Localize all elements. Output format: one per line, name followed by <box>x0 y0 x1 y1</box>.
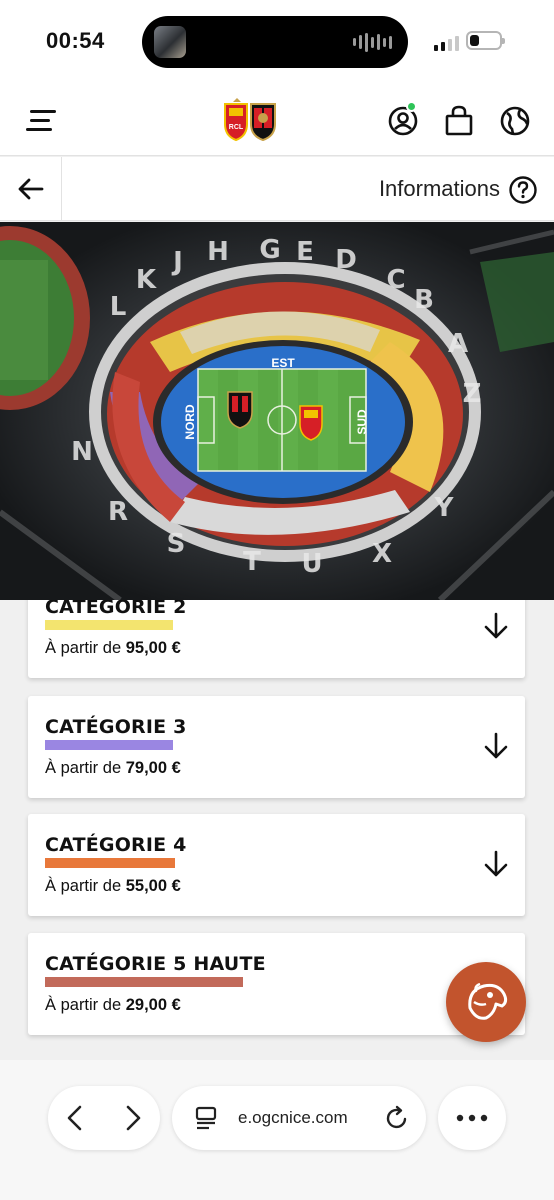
stand-label-north: NORD <box>183 404 197 440</box>
informations-label[interactable]: Informations <box>379 176 500 202</box>
arrow-left-icon <box>18 178 43 200</box>
stand-letter[interactable]: D <box>335 245 357 275</box>
stand-letter[interactable]: U <box>301 549 322 579</box>
stand-letter[interactable]: L <box>110 292 127 322</box>
category-color-bar <box>45 858 175 868</box>
address-bar[interactable]: e.ogcnice.com <box>172 1086 426 1150</box>
menu-icon[interactable] <box>26 108 56 134</box>
globe-icon[interactable] <box>498 104 532 138</box>
now-playing-thumbnail <box>154 26 186 58</box>
stand-letter[interactable]: Z <box>463 379 482 409</box>
category-title: CATÉGORIE 2 <box>45 600 187 618</box>
audio-waveform-icon <box>353 32 392 52</box>
stand-letter[interactable]: K <box>136 265 157 295</box>
stand-letter[interactable]: X <box>372 539 392 569</box>
category-card[interactable]: CATÉGORIE 3 À partir de 79,00 € <box>28 696 525 798</box>
club-logos[interactable]: RCL <box>223 96 277 142</box>
stand-label-east: EST <box>271 356 295 370</box>
arrow-down-icon[interactable] <box>483 732 509 760</box>
stand-letter[interactable]: J <box>171 247 183 277</box>
category-color-bar <box>45 740 173 750</box>
online-status-dot <box>406 101 417 112</box>
stadium-illustration[interactable]: EST NORD SUD L K J H G E D C B A Z N R S… <box>0 222 554 600</box>
stand-letter[interactable]: Y <box>434 493 455 523</box>
status-bar: 00:54 <box>0 0 554 84</box>
stand-letter[interactable]: B <box>414 285 434 315</box>
category-color-bar <box>45 620 173 630</box>
stand-letter[interactable]: H <box>207 237 229 267</box>
category-card[interactable]: CATÉGORIE 2 À partir de 95,00 € <box>28 600 525 678</box>
stand-letter[interactable]: T <box>243 547 261 577</box>
browser-toolbar: e.ogcnice.com <box>0 1060 554 1200</box>
signal-icon <box>434 36 459 51</box>
browser-forward-icon[interactable] <box>122 1104 144 1132</box>
category-card[interactable]: CATÉGORIE 4 À partir de 55,00 € <box>28 814 525 916</box>
sub-header: Informations <box>0 157 554 221</box>
category-price: À partir de 95,00 € <box>45 639 181 657</box>
category-color-bar <box>45 977 243 987</box>
app-header: RCL <box>0 84 554 156</box>
arrow-down-icon[interactable] <box>483 850 509 878</box>
stand-label-south: SUD <box>355 409 369 435</box>
battery-icon <box>466 31 505 50</box>
stand-letter[interactable]: E <box>296 237 314 267</box>
stadium-map[interactable]: EST NORD SUD L K J H G E D C B A Z N R S… <box>0 222 554 600</box>
help-icon[interactable] <box>508 175 538 205</box>
status-time: 00:54 <box>46 28 105 53</box>
more-dots-icon <box>456 1114 488 1122</box>
stand-letter[interactable]: N <box>71 437 93 467</box>
category-title: CATÉGORIE 3 <box>45 716 187 738</box>
cart-icon[interactable] <box>442 104 476 138</box>
dynamic-island[interactable] <box>142 16 408 68</box>
reader-mode-icon[interactable] <box>194 1106 218 1130</box>
url-text[interactable]: e.ogcnice.com <box>238 1108 348 1128</box>
stand-letter[interactable]: G <box>259 235 280 265</box>
category-price: À partir de 29,00 € <box>45 996 181 1014</box>
eagle-mascot-icon <box>468 982 508 1020</box>
category-price: À partir de 55,00 € <box>45 877 181 895</box>
chat-assistant-button[interactable] <box>446 962 526 1042</box>
stand-letter[interactable]: R <box>108 497 128 527</box>
browser-back-icon[interactable] <box>64 1104 86 1132</box>
category-title: CATÉGORIE 5 HAUTE <box>45 953 266 975</box>
category-price: À partir de 79,00 € <box>45 759 181 777</box>
stand-letter[interactable]: A <box>448 329 468 359</box>
back-button[interactable] <box>0 157 62 221</box>
browser-nav-pill <box>48 1086 160 1150</box>
category-title: CATÉGORIE 4 <box>45 834 187 856</box>
more-options-button[interactable] <box>438 1086 506 1150</box>
reload-icon[interactable] <box>384 1105 410 1131</box>
svg-text:RCL: RCL <box>229 124 244 131</box>
stand-letter[interactable]: C <box>386 265 405 295</box>
stand-letter[interactable]: S <box>167 529 186 559</box>
arrow-down-icon[interactable] <box>483 612 509 640</box>
